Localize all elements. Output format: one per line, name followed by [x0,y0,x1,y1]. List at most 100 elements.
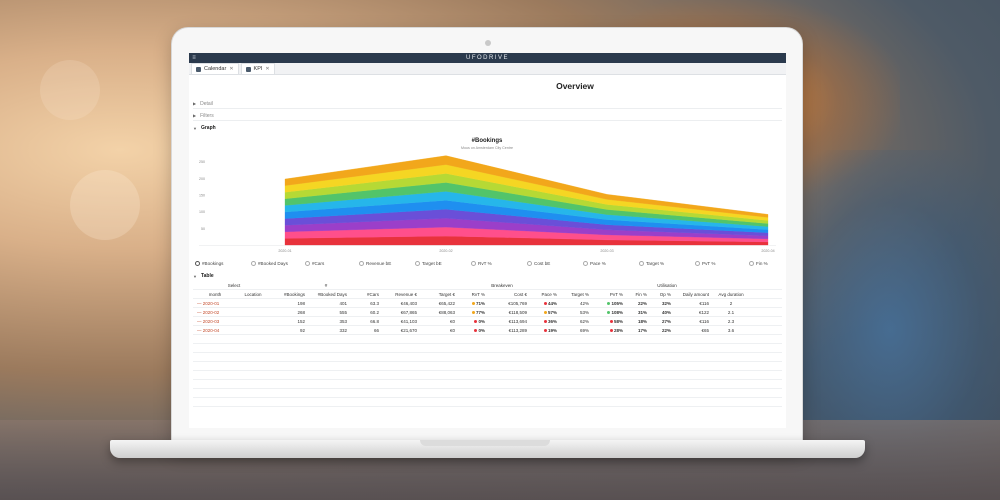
chart-title: #Bookings [472,138,503,144]
table-row[interactable]: — 2020-01 198 401 63.3 €46,403 €65,422 71% €105… [193,299,782,308]
table-cell-bookings: 152 [297,319,305,324]
bookings-chart: #Bookings Mous on Amsterdam City Centre 50… [193,133,782,258]
empty-table-row [193,398,782,407]
legend-item[interactable]: #Bookings [195,261,223,266]
table-cell-location [235,317,271,326]
legend-label: Revenue bE [366,261,392,266]
kpi-icon [245,66,251,72]
legend-item[interactable]: Target % [639,261,664,266]
table-cell-location [235,299,271,308]
column-header: #Booked Days [317,292,347,297]
radio-button[interactable] [639,261,644,266]
table-cell-pace: 57% [529,308,557,317]
status-dot [543,320,547,324]
table-cell-booked-days: 332 [339,328,347,333]
laptop-base [110,440,865,458]
radio-button[interactable] [471,261,476,266]
tab-kpi[interactable]: KPI ✕ [240,63,275,74]
column-header: Avg duration [718,292,744,297]
legend-item[interactable]: #Cars [305,261,324,266]
column-header: Op % [659,292,671,297]
status-dot [471,302,475,306]
legend-item[interactable]: Fin % [749,261,768,266]
legend-item[interactable]: RvT % [471,261,492,266]
radio-button[interactable] [583,261,588,266]
radio-button[interactable] [415,261,420,266]
column-header: #Bookings [283,292,305,297]
table-cell-location [235,326,271,335]
legend-label: Pace % [590,261,606,266]
table-cell-op: 22% [661,328,671,333]
radio-button[interactable] [251,261,256,266]
column-header: Location [244,292,262,297]
chart-svg: #Bookings Mous on Amsterdam City Centre 50… [199,138,776,253]
table-cell-bookings: 198 [297,301,305,306]
status-dot [609,329,613,333]
app-screen: ≡ UFODRIVE Calendar ✕ KPI ✕ Overview ▶ D… [189,53,786,428]
x-tick-label: 2020-03 [600,249,613,253]
chart-subtitle: Mous on Amsterdam City Centre [461,146,513,150]
radio-button[interactable] [305,261,310,266]
group-header: Breakeven [491,283,513,288]
table-cell-avg: 3.6 [727,328,735,333]
table-cell-cars: 66 [373,328,379,333]
close-icon[interactable]: ✕ [265,66,269,72]
column-header: Pace % [541,292,557,297]
table-cell-cars: 63.3 [370,301,379,306]
table-cell-cars: 66.8 [370,319,379,324]
radio-button[interactable] [527,261,532,266]
section-table[interactable]: ▼ Table [193,271,782,281]
radio-button[interactable] [695,261,700,266]
legend-label: #Bookings [202,261,224,266]
table-cell-op: 32% [661,301,671,306]
table-cell-fin: 17% [637,328,647,333]
empty-table-row [193,353,782,362]
radio-button[interactable] [749,261,754,266]
column-header: Target € [438,292,455,297]
table-cell-revenue: €21,670 [400,328,417,333]
caret-down-icon: ▼ [193,125,197,131]
tab-calendar[interactable]: Calendar ✕ [191,63,239,74]
table-cell-month[interactable]: — 2020-01 [197,299,233,308]
table-cell-target-pct: 62% [579,319,589,324]
radio-button[interactable] [195,261,200,266]
background-bokeh [70,170,140,240]
legend-label: Fin % [756,261,768,266]
laptop-notch [420,440,550,446]
table-cell-target: €0 [449,328,455,333]
table-cell-revenue: €46,403 [400,301,417,306]
table-row[interactable]: — 2020-02 268 555 60.2 €67,865 €88,063 77% €118… [193,308,782,317]
table-cell-avg: 2 [729,301,733,306]
empty-table-row [193,362,782,371]
close-icon[interactable]: ✕ [229,66,233,72]
column-header: PvT % [609,292,623,297]
table-row[interactable]: — 2020-04 92 332 66 €21,670 €0 0% €113,289 19% 69… [193,326,782,335]
table-cell-pvt: 108% [591,308,623,317]
section-filters[interactable]: ▶ Filters [193,111,782,121]
table-cell-cost: €118,509 [508,310,527,315]
group-header: # [324,283,328,288]
background-bokeh [40,60,100,120]
legend-item[interactable]: Cost bE [527,261,550,266]
section-label: Table [200,273,214,279]
table-cell-rvt: 0% [457,326,485,335]
table-cell-month[interactable]: — 2020-04 [197,326,233,335]
kpi-table: Select # Breakeven Utilisation month Location… [193,281,782,428]
table-cell-fin: 18% [637,319,647,324]
legend-item[interactable]: PvT % [695,261,715,266]
y-tick-label: 100 [199,210,205,214]
table-cell-location [235,308,271,317]
table-cell-pace: 19% [529,326,557,335]
radio-button[interactable] [359,261,364,266]
section-graph[interactable]: ▼ Graph [193,123,782,133]
table-cell-month[interactable]: — 2020-02 [197,308,233,317]
legend-item[interactable]: Revenue bE [359,261,391,266]
status-dot [543,329,547,333]
section-detail[interactable]: ▶ Detail [193,99,782,109]
table-row[interactable]: — 2020-03 152 353 66.8 €41,103 €0 0% €113,694 36… [193,317,782,326]
legend-item[interactable]: Target bE [415,261,442,266]
legend-item[interactable]: Pace % [583,261,606,266]
column-header: #Cars [366,292,379,297]
table-cell-month[interactable]: — 2020-03 [197,317,233,326]
legend-item[interactable]: #Booked Days [251,261,288,266]
